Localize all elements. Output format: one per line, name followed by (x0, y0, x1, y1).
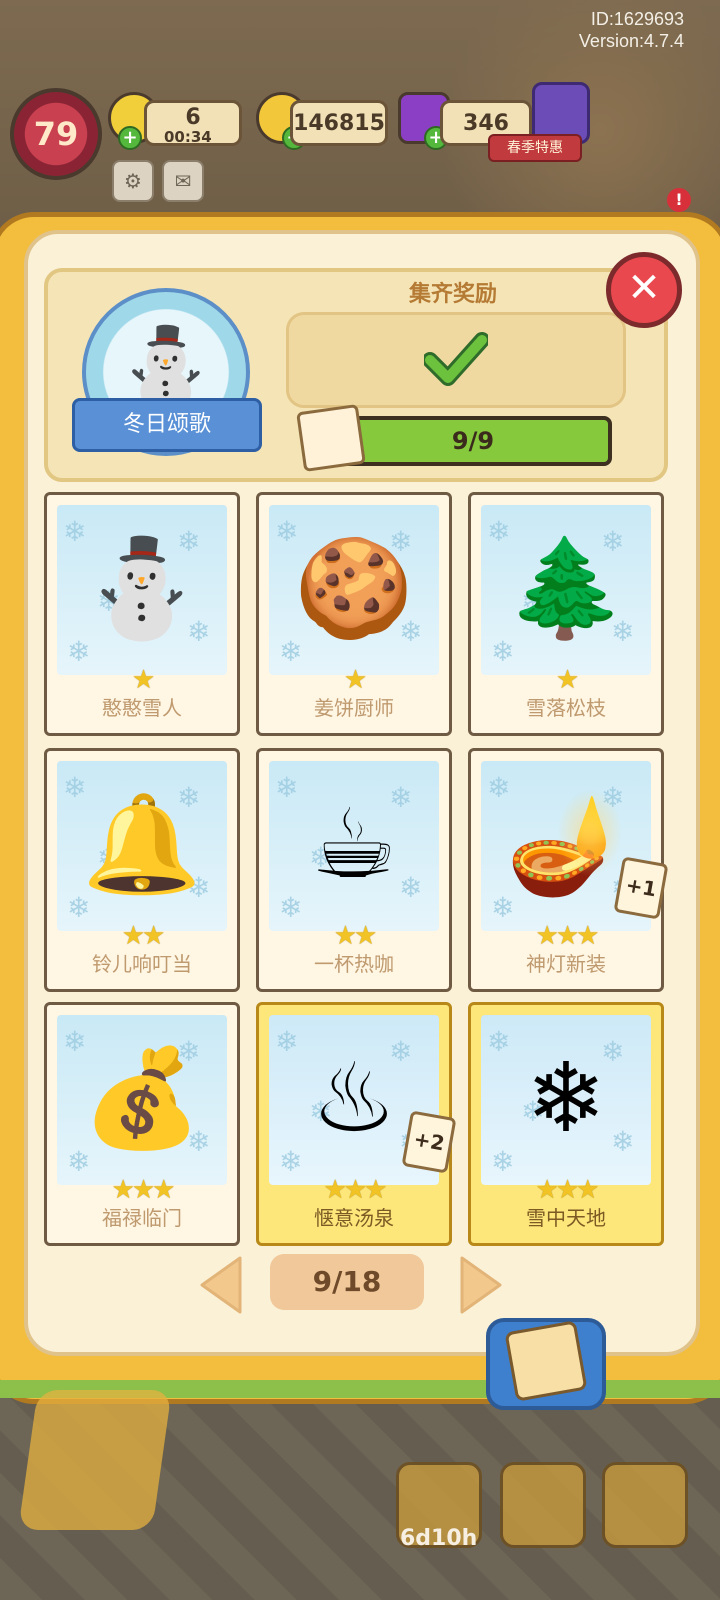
card-stars: ★★★ (535, 1175, 600, 1205)
card-artwork: ❄ ❄ ❄ ❄ ❄ ❄ (481, 1015, 651, 1185)
set-name-ribbon: 冬日颂歌 (72, 398, 262, 452)
card-name: 憨憨雪人 (102, 696, 182, 720)
mail-icon[interactable]: ✉ (162, 160, 204, 202)
card-stars: ★★★ (323, 1175, 388, 1205)
card-artwork: ❄ ❄ ❄ ❄ ❄ 🍪 (269, 505, 439, 675)
card-name: 姜饼厨师 (314, 696, 394, 720)
energy-value: 6 (185, 104, 201, 130)
collection-card[interactable]: ❄ ❄ ❄ ❄ ❄ 🔔 ★★ 铃儿响叮当 (44, 748, 240, 992)
duplicate-count-badge: +2 (401, 1110, 457, 1174)
duplicate-count-badge: +1 (613, 856, 669, 920)
card-name: 一杯热咖 (314, 952, 394, 976)
level-badge[interactable]: 79 (10, 88, 102, 180)
version-info: ID:1629693 Version:4.7.4 (579, 8, 684, 52)
event-label[interactable]: 春季特惠 (488, 134, 582, 162)
progress-text: 9/9 (451, 427, 495, 455)
card-stars: ★ (343, 665, 367, 695)
card-stars: ★ (131, 665, 155, 695)
card-name: 铃儿响叮当 (92, 952, 192, 976)
card-name: 雪中天地 (526, 1206, 606, 1230)
energy-boost-button[interactable] (18, 1390, 172, 1530)
energy-timer: 00:34 (164, 128, 212, 146)
collection-card[interactable]: ❄ ❄ ❄ ❄ ❄ 🍪 ★ 姜饼厨师 (256, 492, 452, 736)
collection-card[interactable]: ❄ ❄ ❄ ❄ ❄ 💰 ★★★ 福禄临门 (44, 1002, 240, 1246)
prev-page-arrow-icon[interactable] (196, 1254, 246, 1316)
collection-card[interactable]: ❄ ❄ ❄ ❄ ❄ ❄ ★★★ 雪中天地 (468, 1002, 664, 1246)
card-stack-icon (296, 403, 366, 473)
card-illustration-icon: ⛄ (82, 532, 202, 644)
card-artwork: ❄ ❄ ❄ ❄ ❄ ⛄ (57, 505, 227, 675)
card-illustration-icon: ❄ (525, 1042, 607, 1154)
settings-icon[interactable]: ⚙ (112, 160, 154, 202)
card-illustration-icon: ☕ (310, 788, 398, 900)
checkmark-icon (424, 332, 488, 386)
card-stars: ★ (555, 665, 579, 695)
envelope-icon (504, 1320, 588, 1402)
version-label: Version:4.7.4 (578, 31, 684, 51)
card-artwork: ❄ ❄ ❄ ❄ ❄ 🌲 (481, 505, 651, 675)
card-stars: ★★★ (111, 1175, 176, 1205)
gem-value: 346 (463, 110, 509, 136)
energy-plus-icon[interactable]: + (118, 126, 142, 150)
bottom-timer: 6d10h (400, 1526, 478, 1551)
card-stars: ★★ (121, 921, 166, 951)
player-id: ID:1629693 (590, 9, 684, 29)
card-artwork: ❄ ❄ ❄ ❄ ❄ ☕ (269, 761, 439, 931)
card-name: 雪落松枝 (526, 696, 606, 720)
card-name: 福禄临门 (102, 1206, 182, 1230)
card-stars: ★★ (333, 921, 378, 951)
card-stars: ★★★ (535, 921, 600, 951)
reward-title: 集齐奖励 (408, 282, 497, 307)
bottom-help-icon[interactable] (500, 1462, 586, 1548)
card-name: 惬意汤泉 (314, 1206, 394, 1230)
alert-badge: ! (667, 188, 691, 212)
card-illustration-icon: 🌲 (506, 532, 626, 644)
bottom-friends-icon[interactable] (602, 1462, 688, 1548)
card-illustration-icon: 🔔 (82, 788, 202, 900)
card-name: 神灯新装 (526, 952, 606, 976)
next-page-arrow-icon[interactable] (456, 1254, 506, 1316)
collection-progress-bar: 9/9 (334, 416, 612, 466)
close-button[interactable]: ✕ (606, 252, 682, 328)
collection-card[interactable]: ❄ ❄ ❄ ❄ ❄ ⛄ ★ 憨憨雪人 (44, 492, 240, 736)
card-pack-button[interactable] (486, 1318, 606, 1410)
page-indicator: 9/18 (270, 1254, 424, 1310)
coin-value: 146815 (293, 110, 385, 136)
card-illustration-icon: 💰 (82, 1042, 202, 1154)
card-artwork: ❄ ❄ ❄ ❄ ❄ 🔔 (57, 761, 227, 931)
collection-card[interactable]: ❄ ❄ ❄ ❄ ❄ ☕ ★★ 一杯热咖 (256, 748, 452, 992)
card-artwork: ❄ ❄ ❄ ❄ ❄ 💰 (57, 1015, 227, 1185)
card-illustration-icon: 🍪 (294, 532, 414, 644)
collection-card[interactable]: ❄ ❄ ❄ ❄ ❄ 🌲 ★ 雪落松枝 (468, 492, 664, 736)
coin-counter: 146815 (290, 100, 388, 146)
